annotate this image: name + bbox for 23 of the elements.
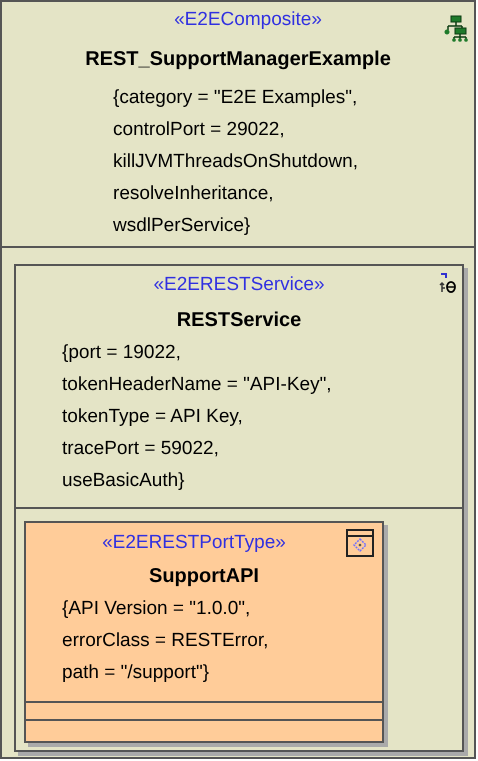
node-name: REST_SupportManagerExample [85,47,391,72]
tagged-value: path = "/support"} [62,661,210,685]
stereotype-label: «E2ERESTService» [153,273,325,297]
tagged-value: killJVMThreadsOnShutdown, [113,150,358,174]
tagged-value: resolveInheritance, [113,182,275,206]
tagged-value: {port = 19022, [62,341,182,365]
stereotype-label: «E2ERESTPortType» [102,531,287,555]
tagged-value: useBasicAuth} [62,469,186,493]
service-icon [438,272,456,294]
tagged-value: errorClass = RESTError, [62,629,268,653]
node-name: SupportAPI [149,564,259,589]
tagged-value: {category = "E2E Examples", [113,86,358,110]
tagged-value: wsdlPerService} [113,214,252,238]
interface-icon [346,529,374,557]
hierarchy-icon [442,14,468,42]
tagged-value: tokenType = API Key, [62,405,244,429]
node-name: RESTService [176,308,302,333]
tagged-value: tokenHeaderName = "API-Key", [62,373,332,397]
stereotype-label: «E2EComposite» [173,8,322,32]
tagged-value: controlPort = 29022, [113,118,286,142]
tagged-value: {API Version = "1.0.0", [62,597,252,621]
tagged-value: tracePort = 59022, [62,437,220,461]
composite-node[interactable] [0,0,476,759]
